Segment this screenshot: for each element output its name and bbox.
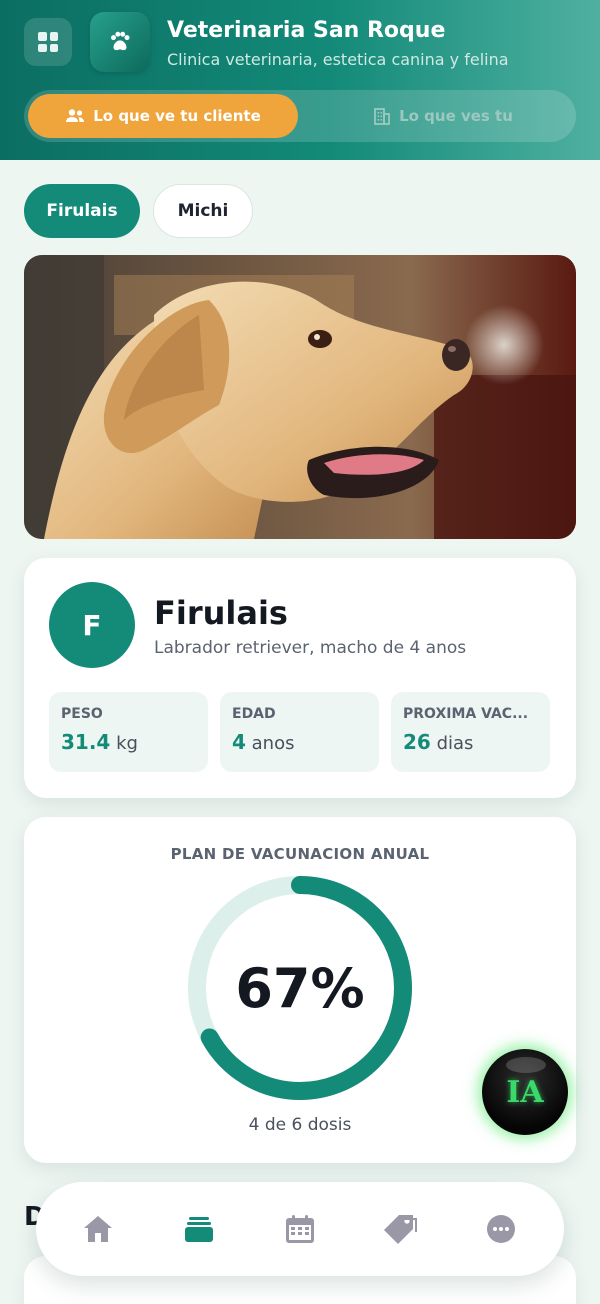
stat-value: 4 <box>232 730 246 754</box>
calendar-icon <box>286 1215 314 1243</box>
cards-icon <box>185 1217 213 1242</box>
pet-tab-firulais[interactable]: Firulais <box>24 184 140 238</box>
stat-unit: anos <box>251 733 295 754</box>
pet-tab-michi[interactable]: Michi <box>153 184 253 238</box>
stat-value: 31.4 <box>61 730 111 754</box>
vaccination-percent: 67% <box>235 957 365 1020</box>
pet-profile-card: F Firulais Labrador retriever, macho de … <box>24 558 576 798</box>
pet-photo <box>24 255 576 539</box>
view-toggle: Lo que ve tu cliente Lo que ves tu <box>24 90 576 142</box>
app-subtitle: Clinica veterinaria, estetica canina y f… <box>167 50 509 69</box>
avatar: F <box>49 582 135 668</box>
users-icon <box>66 109 85 122</box>
nav-promotions[interactable] <box>376 1205 424 1253</box>
stat-age: EDAD 4 anos <box>220 692 379 772</box>
grid-icon <box>38 32 58 52</box>
pet-description: Labrador retriever, macho de 4 anos <box>154 638 467 658</box>
bottom-nav <box>36 1182 564 1276</box>
nav-home[interactable] <box>74 1205 122 1253</box>
stat-weight: PESO 31.4 kg <box>49 692 208 772</box>
your-view-button[interactable]: Lo que ves tu <box>314 94 572 138</box>
app-title: Veterinaria San Roque <box>167 18 446 43</box>
home-icon <box>84 1216 112 1242</box>
vaccination-title: PLAN DE VACUNACION ANUAL <box>170 845 430 863</box>
clinic-logo <box>90 12 150 72</box>
stat-unit: kg <box>116 733 138 754</box>
pet-name: Firulais <box>154 594 288 632</box>
menu-button[interactable] <box>24 18 72 66</box>
nav-more[interactable] <box>477 1205 525 1253</box>
paw-icon <box>111 31 130 51</box>
ia-label: IA <box>506 1074 544 1110</box>
client-view-button[interactable]: Lo que ve tu cliente <box>28 94 298 138</box>
ia-assistant-button[interactable]: IA <box>482 1049 568 1135</box>
building-icon <box>374 108 390 125</box>
stat-label: PESO <box>61 706 103 722</box>
stat-value: 26 <box>403 730 431 754</box>
tag-icon <box>384 1215 417 1244</box>
client-view-label: Lo que ve tu cliente <box>93 107 261 125</box>
your-view-label: Lo que ves tu <box>399 107 513 125</box>
app-header: Veterinaria San Roque Clinica veterinari… <box>0 0 600 160</box>
stat-unit: dias <box>436 733 474 754</box>
nav-calendar[interactable] <box>276 1205 324 1253</box>
more-icon <box>487 1215 515 1243</box>
stat-label: EDAD <box>232 706 276 722</box>
stat-next-vaccine: PROXIMA VAC... 26 dias <box>391 692 550 772</box>
nav-records[interactable] <box>175 1205 223 1253</box>
stat-label: PROXIMA VAC... <box>403 706 529 722</box>
